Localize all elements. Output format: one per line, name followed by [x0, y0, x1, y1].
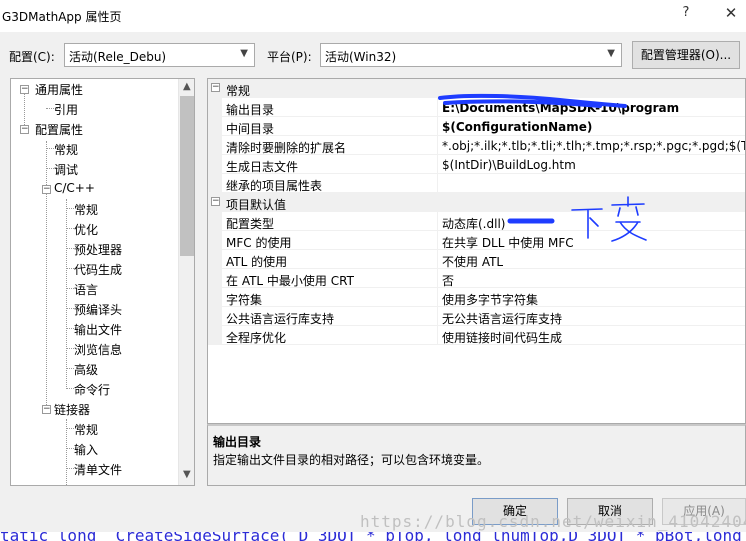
config-label: 配置(C):: [9, 50, 55, 64]
close-button[interactable]: ✕: [720, 4, 742, 22]
description-title: 输出目录: [213, 435, 262, 449]
property-value: 不使用 ATL: [442, 255, 504, 269]
collapse-icon[interactable]: −: [20, 125, 29, 134]
tree-item-optimization[interactable]: 优化: [74, 221, 98, 238]
collapse-icon[interactable]: −: [42, 405, 51, 414]
property-row[interactable]: 中间目录 $(ConfigurationName): [208, 117, 745, 136]
property-value: $(ConfigurationName): [442, 120, 593, 134]
platform-value: 活动(Win32): [325, 50, 397, 64]
property-grid: − 常规 输出目录 E:\Documents\MapSDK-10\program…: [207, 78, 746, 424]
collapse-icon[interactable]: −: [211, 83, 220, 92]
config-value: 活动(Rele_Debu): [69, 50, 167, 64]
tree-item-advanced[interactable]: 高级: [74, 361, 98, 378]
property-name: 字符集: [226, 293, 263, 307]
chevron-down-icon: ▼: [240, 48, 248, 59]
collapse-icon[interactable]: −: [42, 185, 51, 194]
property-name: 在 ATL 中最小使用 CRT: [226, 274, 354, 288]
tree-item-linker-general[interactable]: 常规: [74, 421, 98, 438]
property-name: 全程序优化: [226, 331, 287, 345]
tree-item-general[interactable]: 常规: [54, 141, 78, 158]
tree-item-code-generation[interactable]: 代码生成: [74, 261, 122, 278]
code-fragment: tatic long _CreateSideSurface( D_3DOT * …: [0, 532, 742, 541]
property-row[interactable]: 公共语言运行库支持 无公共语言运行库支持: [208, 307, 745, 326]
property-row[interactable]: 生成日志文件 $(IntDir)\BuildLog.htm: [208, 155, 745, 174]
property-row[interactable]: 字符集 使用多字节字符集: [208, 288, 745, 307]
description-panel: 输出目录 指定输出文件目录的相对路径；可以包含环境变量。: [207, 424, 746, 486]
property-tree: − 通用属性 引用 − 配置属性 常规 调试 − C/C++ 常规 优化 预处理…: [10, 78, 195, 486]
scroll-down-icon[interactable]: ▼: [183, 469, 191, 480]
tree-item-manifest-file[interactable]: 清单文件: [74, 461, 122, 478]
config-dropdown[interactable]: 活动(Rele_Debu) ▼: [64, 43, 255, 67]
tree-item-cpp-general[interactable]: 常规: [74, 201, 98, 218]
background-code: tatic long _CreateSideSurface( D_3DOT * …: [0, 532, 746, 541]
property-name: MFC 的使用: [226, 236, 292, 250]
collapse-icon[interactable]: −: [20, 85, 29, 94]
property-name: 生成日志文件: [226, 160, 299, 174]
tree-item-precompiled-headers[interactable]: 预编译头: [74, 301, 122, 318]
category-label: 项目默认值: [226, 198, 287, 212]
property-name: 继承的项目属性表: [226, 179, 323, 193]
chevron-down-icon: ▼: [607, 48, 615, 59]
property-value: 使用链接时间代码生成: [442, 331, 563, 345]
category-label: 常规: [226, 84, 251, 98]
property-value: 动态库(.dll): [442, 217, 506, 231]
property-row[interactable]: 在 ATL 中最小使用 CRT 否: [208, 269, 745, 288]
tree-item-input[interactable]: 输入: [74, 441, 98, 458]
property-name: 清除时要删除的扩展名: [226, 141, 347, 155]
property-name: ATL 的使用: [226, 255, 288, 269]
property-row[interactable]: 清除时要删除的扩展名 *.obj;*.ilk;*.tlb;*.tli;*.tlh…: [208, 136, 746, 155]
tree-item-command-line[interactable]: 命令行: [74, 381, 110, 398]
property-name: 公共语言运行库支持: [226, 312, 335, 326]
configuration-manager-button[interactable]: 配置管理器(O)...: [632, 41, 740, 69]
help-button[interactable]: ?: [678, 5, 694, 20]
tree-item-common-properties[interactable]: 通用属性: [35, 81, 83, 98]
property-value: 否: [442, 274, 455, 288]
tree-item-linker[interactable]: 链接器: [54, 401, 90, 418]
window-title: G3DMathApp 属性页: [2, 10, 122, 24]
scroll-up-icon[interactable]: ▲: [183, 81, 191, 92]
property-value: 使用多字节字符集: [442, 293, 539, 307]
description-text: 指定输出文件目录的相对路径；可以包含环境变量。: [213, 453, 490, 467]
property-value: $(IntDir)\BuildLog.htm: [442, 158, 576, 172]
property-row[interactable]: 输出目录 E:\Documents\MapSDK-10\program: [208, 98, 745, 117]
property-row[interactable]: MFC 的使用 在共享 DLL 中使用 MFC: [208, 231, 745, 250]
watermark: https://blog.csdn.net/weixin_41042404: [360, 512, 746, 531]
category-project-defaults[interactable]: − 项目默认值: [208, 193, 745, 212]
tree-item-preprocessor[interactable]: 预处理器: [74, 241, 122, 258]
property-row[interactable]: 继承的项目属性表: [208, 174, 745, 193]
property-value: *.obj;*.ilk;*.tlb;*.tli;*.tlh;*.tmp;*.rs…: [442, 139, 746, 153]
property-row[interactable]: ATL 的使用 不使用 ATL: [208, 250, 745, 269]
property-name: 输出目录: [226, 103, 275, 117]
title-bar: G3DMathApp 属性页 ? ✕: [0, 0, 746, 32]
tree-item-configuration-properties[interactable]: 配置属性: [35, 121, 83, 138]
scrollbar-thumb[interactable]: [180, 96, 194, 256]
platform-label: 平台(P):: [267, 50, 312, 64]
tree-item-references[interactable]: 引用: [54, 101, 78, 118]
tree-item-language[interactable]: 语言: [74, 281, 98, 298]
category-general[interactable]: − 常规: [208, 79, 745, 98]
tree-item-browse-information[interactable]: 浏览信息: [74, 341, 122, 358]
tree-item-output-files[interactable]: 输出文件: [74, 321, 122, 338]
property-value: 在共享 DLL 中使用 MFC: [442, 236, 574, 250]
property-value: E:\Documents\MapSDK-10\program: [442, 101, 680, 115]
tree-item-debugging[interactable]: 调试: [54, 161, 78, 178]
tree-scrollbar[interactable]: ▲ ▼: [178, 79, 194, 485]
tree-item-cpp[interactable]: C/C++: [54, 181, 95, 195]
property-value: 无公共语言运行库支持: [442, 312, 563, 326]
property-row[interactable]: 全程序优化 使用链接时间代码生成: [208, 326, 745, 345]
property-name: 中间目录: [226, 122, 275, 136]
property-row[interactable]: 配置类型 动态库(.dll): [208, 212, 745, 231]
collapse-icon[interactable]: −: [211, 197, 220, 206]
platform-dropdown[interactable]: 活动(Win32) ▼: [320, 43, 622, 67]
property-name: 配置类型: [226, 217, 275, 231]
